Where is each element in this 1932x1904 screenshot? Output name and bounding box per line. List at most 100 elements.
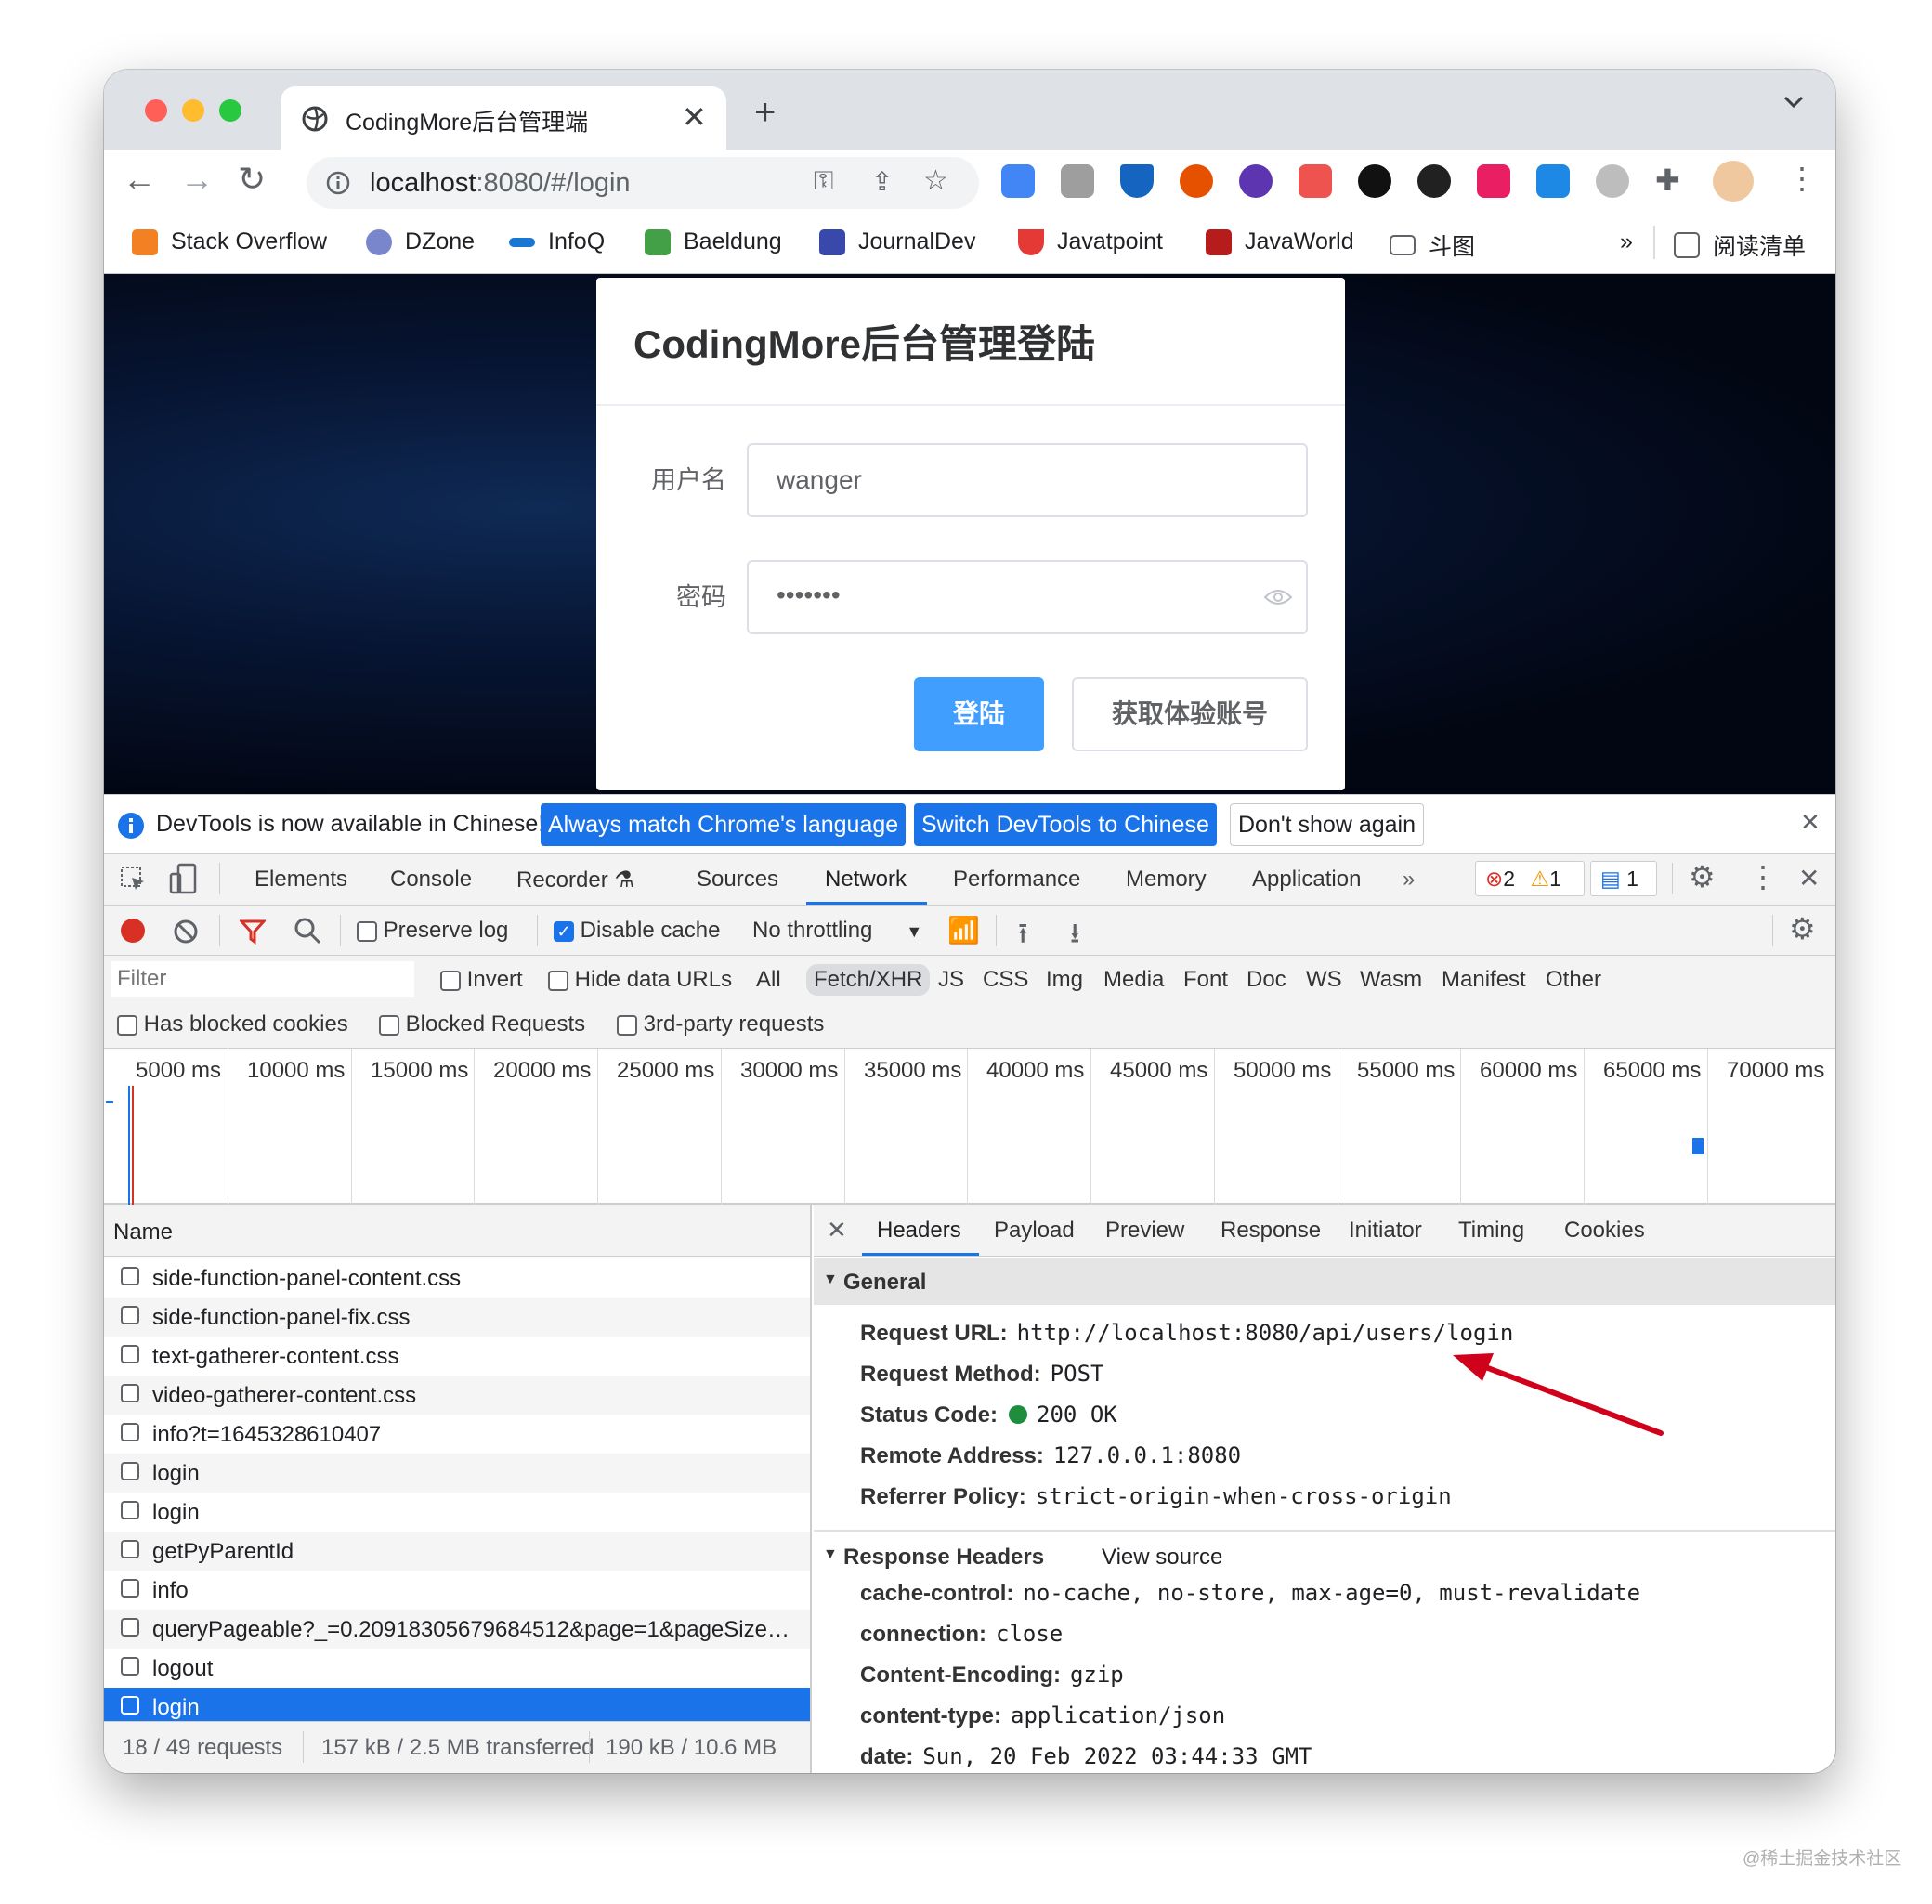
purple-swirl-extension-icon[interactable] [1239, 164, 1273, 198]
network-overview-timeline[interactable]: 5000 ms 10000 ms 15000 ms 20000 ms 25000… [104, 1049, 1835, 1205]
bookmark-star-icon[interactable]: ☆ [923, 164, 948, 197]
puzzle-extensions-icon[interactable]: ✚ [1655, 163, 1680, 198]
import-har-upload-icon[interactable]: ⭱ [1018, 913, 1028, 960]
share-icon[interactable]: ⇪ [871, 166, 893, 197]
always-match-language-button[interactable]: Always match Chrome's language [541, 803, 907, 846]
back-button[interactable]: ← [123, 161, 156, 198]
record-button[interactable] [121, 919, 145, 943]
translate-extension-icon[interactable] [1001, 164, 1035, 198]
bookmark-baeldung[interactable]: Baeldung [645, 228, 782, 255]
bookmark-journaldev[interactable]: JournalDev [819, 228, 975, 255]
bookmark-javaworld[interactable]: JavaWorld [1206, 228, 1354, 255]
gray-extension-icon[interactable] [1061, 164, 1094, 198]
type-filter-other[interactable]: Other [1546, 967, 1601, 993]
tab-payload[interactable]: Payload [994, 1218, 1075, 1244]
request-row[interactable]: text-gatherer-content.css [104, 1337, 810, 1376]
response-headers-section-header[interactable]: ▼ Response Headers View source [814, 1532, 1835, 1578]
type-filter-manifest[interactable]: Manifest [1442, 967, 1526, 993]
type-filter-js[interactable]: JS [938, 967, 964, 993]
switch-devtools-chinese-button[interactable]: Switch DevTools to Chinese [914, 803, 1217, 846]
play-extension-icon[interactable] [1358, 164, 1391, 198]
type-filter-fetch-xhr[interactable]: Fetch/XHR [806, 964, 931, 996]
tab-cookies[interactable]: Cookies [1564, 1218, 1645, 1244]
bookmark-folder-doutu[interactable]: 斗图 [1390, 228, 1475, 262]
site-info-icon[interactable] [325, 170, 351, 196]
invert-checkbox[interactable]: Invert [440, 967, 523, 993]
reload-button[interactable]: ↻ [238, 161, 266, 198]
hide-data-urls-checkbox[interactable]: Hide data URLs [548, 967, 732, 993]
name-column-header[interactable]: Name [104, 1205, 810, 1257]
more-tabs-chevron-icon[interactable]: » [1403, 867, 1415, 893]
request-row[interactable]: login [104, 1493, 810, 1532]
tab-initiator[interactable]: Initiator [1349, 1218, 1422, 1244]
more-bookmarks-button[interactable]: » [1620, 228, 1633, 255]
clear-icon[interactable] [173, 919, 199, 945]
request-row[interactable]: queryPageable?_=0.20918305679684512&page… [104, 1610, 810, 1649]
minimize-window-button[interactable] [182, 99, 204, 122]
username-input[interactable]: wanger [747, 443, 1308, 517]
sun-extension-icon[interactable] [1596, 164, 1629, 198]
request-row[interactable]: logout [104, 1649, 810, 1688]
tab-elements[interactable]: Elements [255, 867, 347, 893]
tree-extension-icon[interactable] [1299, 164, 1332, 198]
browser-menu-icon[interactable]: ⋮ [1787, 161, 1817, 196]
bookmark-dzone[interactable]: DZone [366, 228, 475, 255]
devtools-menu-icon[interactable]: ⋮ [1748, 859, 1778, 894]
request-row[interactable]: info [104, 1571, 810, 1610]
tab-response[interactable]: Response [1221, 1218, 1321, 1244]
export-har-download-icon[interactable]: ⭳ [1070, 913, 1080, 960]
request-row[interactable]: info?t=1645328610407 [104, 1415, 810, 1454]
request-row[interactable]: side-function-panel-content.css [104, 1258, 810, 1298]
tab-network[interactable]: Network [825, 867, 907, 893]
bookmark-stackoverflow[interactable]: Stack Overflow [132, 228, 327, 255]
type-filter-media[interactable]: Media [1103, 967, 1164, 993]
type-filter-img[interactable]: Img [1046, 967, 1083, 993]
view-source-link[interactable]: View source [1102, 1545, 1222, 1571]
preserve-log-checkbox[interactable]: Preserve log [357, 918, 508, 944]
close-window-button[interactable] [145, 99, 167, 122]
tab-memory[interactable]: Memory [1126, 867, 1207, 893]
inspect-element-icon[interactable] [119, 865, 147, 893]
disable-cache-checkbox[interactable]: ✓ Disable cache [554, 918, 720, 944]
dont-show-again-button[interactable]: Don't show again [1230, 803, 1425, 846]
asterisk-extension-icon[interactable] [1477, 164, 1510, 198]
tab-headers[interactable]: Headers [877, 1218, 961, 1244]
issues-counter[interactable]: ⊗2 ⚠1 [1475, 861, 1585, 896]
bookmark-infoq[interactable]: InfoQ [509, 228, 605, 255]
request-row-selected[interactable]: login [104, 1688, 810, 1725]
avatar[interactable] [1713, 161, 1754, 202]
request-row[interactable]: getPyParentId [104, 1532, 810, 1571]
login-button[interactable]: 登陆 [914, 677, 1044, 751]
device-toolbar-icon[interactable] [169, 863, 197, 894]
zoom-window-button[interactable] [219, 99, 242, 122]
type-filter-ws[interactable]: WS [1306, 967, 1342, 993]
firefox-like-extension-icon[interactable] [1180, 164, 1213, 198]
graduation-extension-icon[interactable] [1536, 164, 1570, 198]
reading-list-button[interactable]: 阅读清单 [1674, 228, 1806, 262]
tab-timing[interactable]: Timing [1458, 1218, 1524, 1244]
close-detail-icon[interactable]: ✕ [827, 1216, 847, 1245]
request-row[interactable]: side-function-panel-fix.css [104, 1298, 810, 1337]
quote-extension-icon[interactable] [1417, 164, 1451, 198]
bookmark-javatpoint[interactable]: Javatpoint [1018, 228, 1163, 255]
forward-button[interactable]: → [180, 161, 214, 198]
network-conditions-wifi-icon[interactable]: 📶 [947, 915, 980, 945]
key-icon[interactable]: ⚿ [814, 166, 833, 197]
tab-performance[interactable]: Performance [953, 867, 1080, 893]
request-row[interactable]: login [104, 1454, 810, 1493]
type-filter-wasm[interactable]: Wasm [1360, 967, 1422, 993]
password-input[interactable]: ••••••• [747, 560, 1308, 634]
tab-preview[interactable]: Preview [1105, 1218, 1184, 1244]
tab-close-icon[interactable]: ✕ [682, 99, 707, 135]
address-bar[interactable]: localhost:8080/#/login ⚿ ⇪ ☆ [307, 157, 979, 209]
tab-recorder[interactable]: Recorder ⚗ [516, 867, 634, 893]
settings-gear-icon[interactable]: ⚙ [1689, 859, 1716, 894]
tab-search-chevron-icon[interactable] [1783, 96, 1804, 109]
tab-application[interactable]: Application [1252, 867, 1361, 893]
throttling-select[interactable]: No throttling ▼ [752, 918, 922, 944]
search-icon[interactable] [294, 917, 321, 945]
close-devtools-icon[interactable]: ✕ [1798, 863, 1820, 893]
tab-sources[interactable]: Sources [697, 867, 778, 893]
type-filter-css[interactable]: CSS [983, 967, 1028, 993]
type-filter-doc[interactable]: Doc [1247, 967, 1286, 993]
